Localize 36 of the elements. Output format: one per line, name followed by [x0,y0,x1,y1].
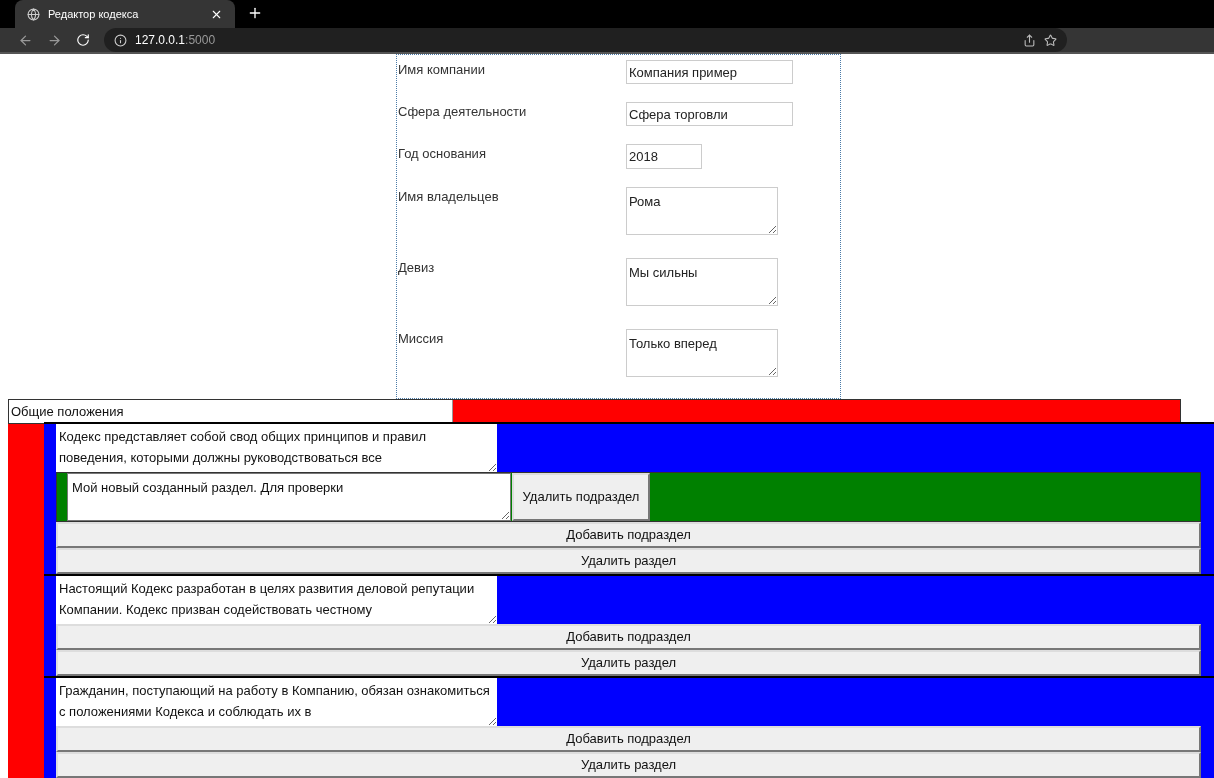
new-tab-icon[interactable] [247,5,263,21]
text-field[interactable]: Сфера торговли [626,102,793,126]
field-label: Имя компании [397,61,486,76]
text-area[interactable]: Мы сильны [626,258,778,306]
field-label: Миссия [397,330,445,345]
text-field[interactable]: Компания пример [626,60,793,84]
back-icon[interactable] [18,32,33,48]
field-label: Год основания [397,145,487,160]
address-bar[interactable]: 127.0.0.1:5000 [104,28,1067,52]
delete-subsection-button[interactable]: Удалить подраздел [512,473,650,521]
forward-icon[interactable] [47,32,62,48]
field-label: Имя владельцев [397,188,500,203]
browser-tab[interactable]: Редактор кодекса [15,0,235,28]
text-area[interactable]: Только вперед [626,329,778,377]
reload-icon[interactable] [76,33,90,47]
globe-icon [27,7,40,21]
text-field[interactable]: 2018 [626,144,702,169]
field-label: Девиз [397,259,436,274]
wide-button[interactable]: Удалить раздел [56,650,1201,676]
wide-button[interactable]: Добавить подраздел [56,522,1201,548]
info-icon [114,33,127,47]
field-label: Сфера деятельности [397,103,528,118]
share-icon[interactable] [1023,33,1036,47]
wide-button[interactable]: Удалить раздел [56,548,1201,574]
wide-button[interactable]: Добавить подраздел [56,726,1201,752]
subsection-text-area[interactable]: Мой новый созданный раздел. Для проверки [67,473,511,521]
chapter-title-field[interactable]: Общие положения [9,400,453,423]
url-text: 127.0.0.1:5000 [135,32,217,49]
section-text-area[interactable]: Настоящий Кодекс разработан в целях развития деловой репутации Компании. Кодекс призван содействовать честному [56,576,497,624]
text-area[interactable]: Рома [626,187,778,235]
tab-title: Редактор кодекса [48,6,140,22]
wide-button[interactable]: Добавить подраздел [56,624,1201,650]
section-text-area[interactable]: Кодекс представляет собой свод общих принципов и правил поведения, которыми должны руководствоваться все [56,424,497,472]
wide-button[interactable]: Удалить раздел [56,752,1201,778]
section-text-area[interactable]: Гражданин, поступающий на работу в Компанию, обязан ознакомиться с положениями Кодекса и соблюдать их в [56,678,497,726]
star-icon[interactable] [1044,33,1057,47]
